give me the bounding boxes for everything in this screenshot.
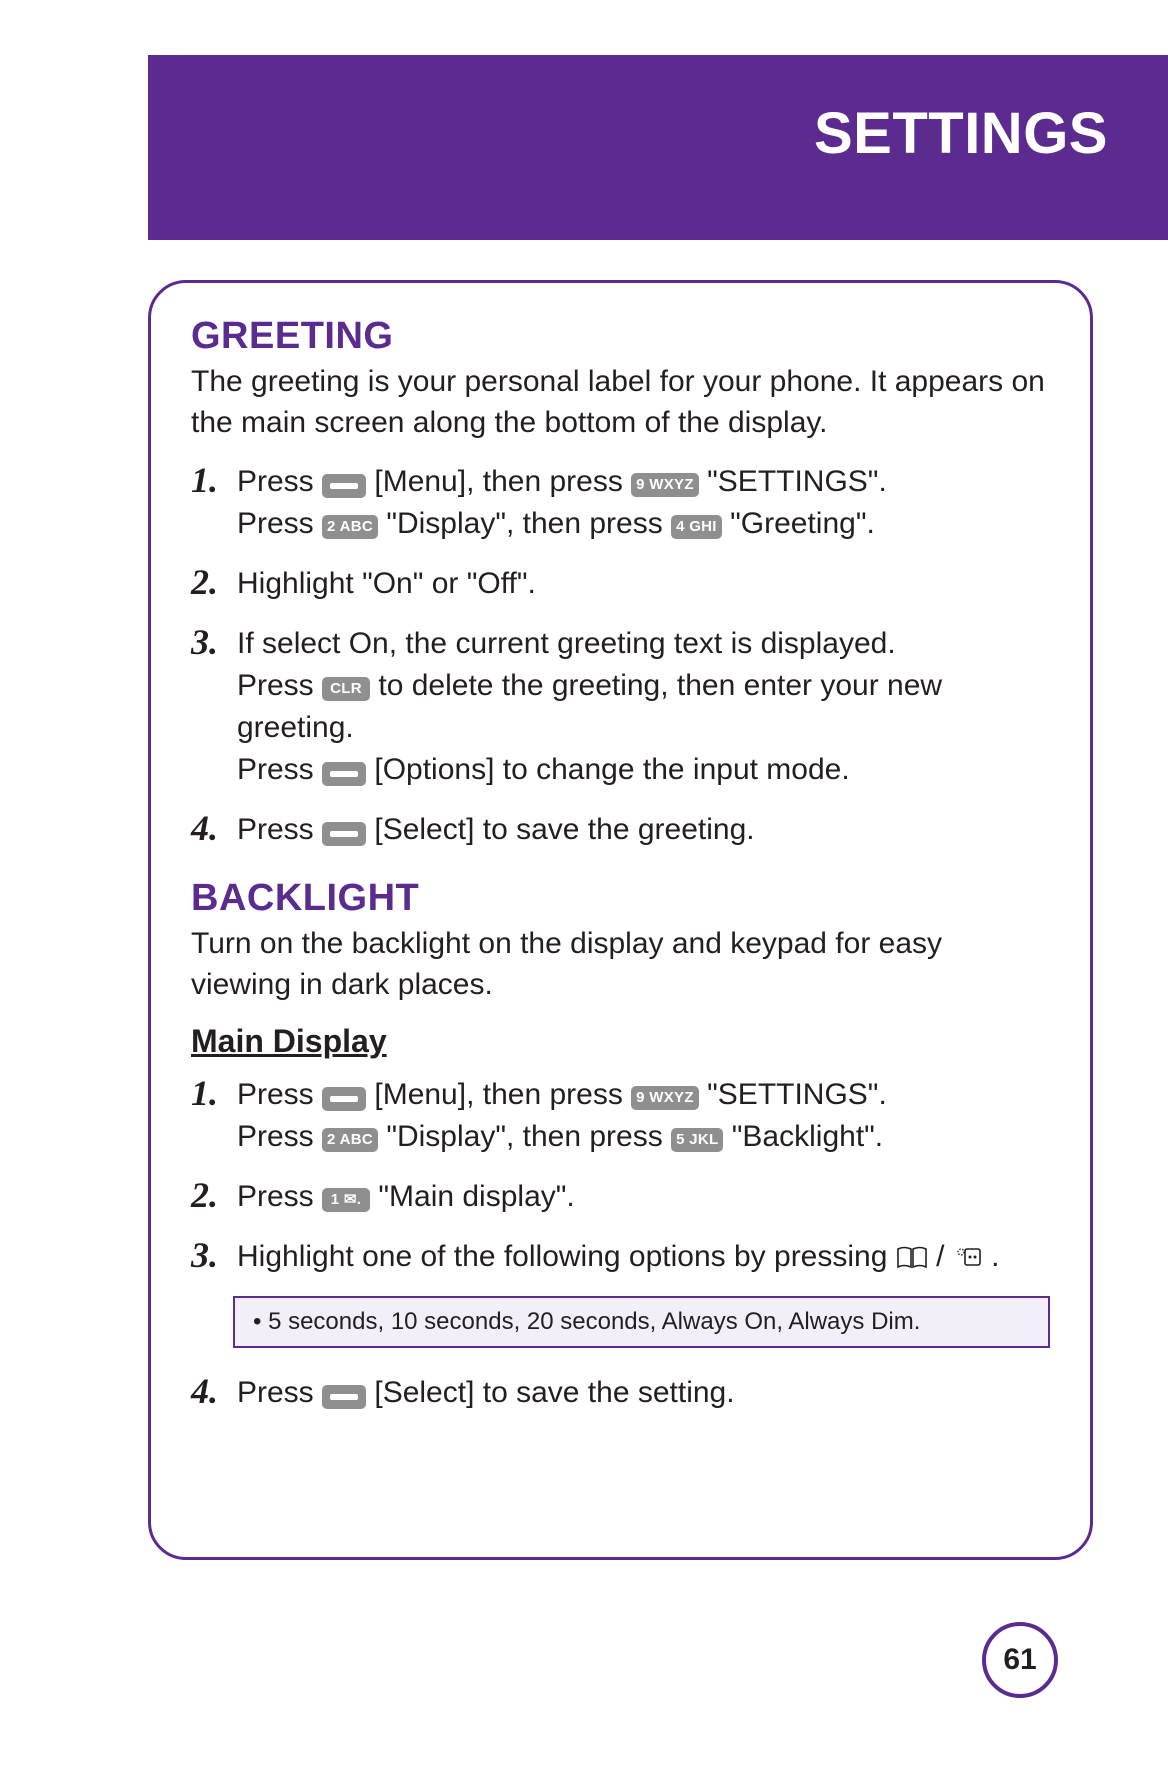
step-body: Highlight one of the following options b…	[237, 1236, 1050, 1278]
backlight-subtitle: Main Display	[191, 1023, 1050, 1060]
step-item: 2.Press 1 ✉. "Main display".	[191, 1176, 1050, 1218]
greeting-steps: 1.Press [Menu], then press 9 WXYZ "SETTI…	[191, 461, 1050, 851]
softkey-icon	[322, 474, 366, 498]
keypad-key-icon: 2 ABC	[322, 515, 378, 539]
step-number: 3.	[191, 1236, 237, 1276]
step-item: 1.Press [Menu], then press 9 WXYZ "SETTI…	[191, 461, 1050, 545]
step-item: 4.Press [Select] to save the greeting.	[191, 809, 1050, 851]
step-number: 1.	[191, 461, 237, 501]
step-item: 1.Press [Menu], then press 9 WXYZ "SETTI…	[191, 1074, 1050, 1158]
greeting-intro: The greeting is your personal label for …	[191, 362, 1050, 443]
book-nav-icon	[896, 1245, 928, 1269]
step-body: Press [Select] to save the setting.	[237, 1372, 1050, 1414]
step-body: Highlight "On" or "Off".	[237, 563, 1050, 605]
backlight-heading: BACKLIGHT	[191, 877, 1050, 920]
step-number: 4.	[191, 1372, 237, 1412]
game-nav-icon	[953, 1243, 983, 1269]
step-body: Press [Menu], then press 9 WXYZ "SETTING…	[237, 1074, 1050, 1158]
page-header-title: SETTINGS	[814, 100, 1108, 167]
step-item: 2.Highlight "On" or "Off".	[191, 563, 1050, 605]
softkey-icon	[322, 1087, 366, 1111]
step-body: If select On, the current greeting text …	[237, 623, 1050, 791]
keypad-key-icon: 2 ABC	[322, 1128, 378, 1152]
step-item: 4.Press [Select] to save the setting.	[191, 1372, 1050, 1414]
step-number: 2.	[191, 1176, 237, 1216]
step-item: 3.Highlight one of the following options…	[191, 1236, 1050, 1278]
greeting-heading: GREETING	[191, 315, 1050, 358]
options-note-box: • 5 seconds, 10 seconds, 20 seconds, Alw…	[233, 1296, 1050, 1348]
header-bar: SETTINGS	[148, 55, 1168, 240]
backlight-intro: Turn on the backlight on the display and…	[191, 924, 1050, 1005]
keypad-key-icon: 5 JKL	[671, 1128, 723, 1152]
content-panel-wrap: GREETING The greeting is your personal l…	[148, 280, 1093, 1560]
keypad-key-icon: 4 GHI	[671, 515, 722, 539]
step-number: 4.	[191, 809, 237, 849]
keypad-key-icon: CLR	[322, 677, 370, 701]
keypad-key-icon: 1 ✉.	[322, 1188, 370, 1212]
step-number: 3.	[191, 623, 237, 663]
step-number: 1.	[191, 1074, 237, 1114]
content-panel: GREETING The greeting is your personal l…	[148, 280, 1093, 1560]
page-number: 61	[982, 1622, 1058, 1698]
backlight-steps: 1.Press [Menu], then press 9 WXYZ "SETTI…	[191, 1074, 1050, 1414]
keypad-key-icon: 9 WXYZ	[631, 473, 699, 497]
softkey-icon	[322, 762, 366, 786]
step-item: 3.If select On, the current greeting tex…	[191, 623, 1050, 791]
step-body: Press [Menu], then press 9 WXYZ "SETTING…	[237, 461, 1050, 545]
step-body: Press 1 ✉. "Main display".	[237, 1176, 1050, 1218]
softkey-icon	[322, 822, 366, 846]
softkey-icon	[322, 1385, 366, 1409]
step-number: 2.	[191, 563, 237, 603]
keypad-key-icon: 9 WXYZ	[631, 1086, 699, 1110]
step-body: Press [Select] to save the greeting.	[237, 809, 1050, 851]
